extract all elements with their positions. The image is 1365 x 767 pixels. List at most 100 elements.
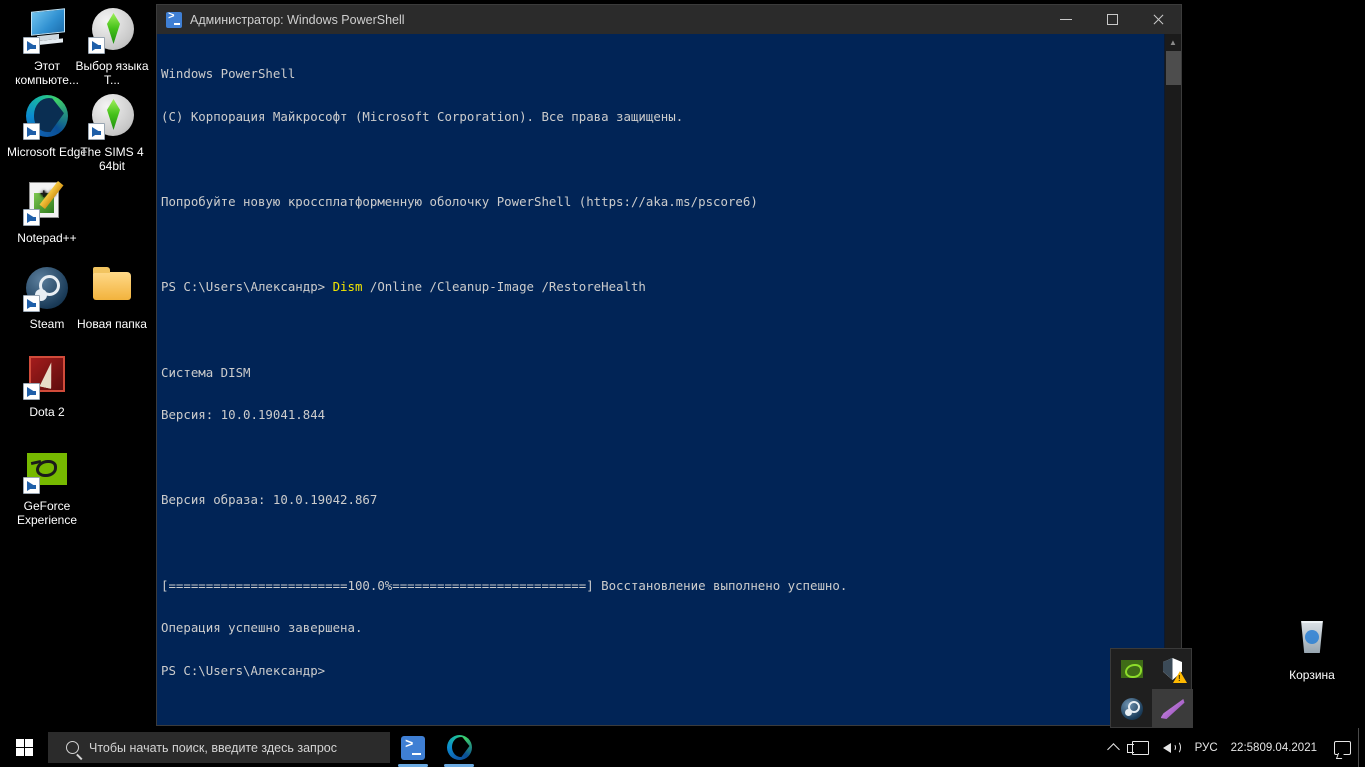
taskbar-edge[interactable] — [436, 728, 482, 767]
taskbar[interactable]: Чтобы начать поиск, введите здесь запрос — [0, 728, 1365, 767]
maximize-icon — [1106, 14, 1118, 25]
shortcut-arrow-icon — [23, 477, 40, 494]
folder-icon — [88, 264, 136, 312]
desktop-icon-label: Новая папка — [77, 317, 147, 331]
shortcut-arrow-icon — [23, 383, 40, 400]
console-line-blank — [161, 153, 1164, 167]
console-line-prompt: PS C:\Users\Александр> — [161, 662, 326, 678]
chevron-up-icon — [1106, 743, 1120, 756]
volume-button[interactable] — [1156, 728, 1188, 767]
powershell-icon — [166, 11, 182, 28]
console-line-blank — [161, 451, 1164, 465]
steam-icon — [23, 264, 71, 312]
desktop-icon-label: Dota 2 — [29, 405, 65, 419]
desktop-icon-label: Notepad++ — [17, 231, 77, 245]
shortcut-arrow-icon — [88, 37, 105, 54]
plumbob-icon — [88, 6, 136, 54]
console-line-blank — [161, 323, 1164, 337]
nvidia-icon — [23, 446, 71, 494]
nvidia-tray-icon[interactable] — [1111, 649, 1152, 689]
window-titlebar[interactable]: Администратор: Windows PowerShell — [157, 5, 1181, 34]
console-command-keyword: Dism — [332, 279, 363, 295]
feather-tray-icon[interactable] — [1152, 689, 1193, 729]
scrollbar-thumb[interactable] — [1166, 51, 1181, 85]
console-line-blank — [161, 238, 1164, 252]
show-desktop-button[interactable] — [1358, 728, 1365, 767]
console-line: Операция успешно завершена. — [161, 620, 363, 636]
console-output[interactable]: Windows PowerShell (C) Корпорация Майкро… — [157, 34, 1164, 725]
nvidia-icon — [1120, 660, 1143, 678]
steam-icon — [1120, 698, 1143, 720]
console-line: Windows PowerShell — [161, 66, 296, 82]
speech-bubble-icon — [1334, 740, 1351, 755]
desktop-icon-new-folder[interactable]: Новая папка — [68, 264, 156, 331]
desktop-icon-the-sims-4-64bit[interactable]: The SIMS 4 64bit — [68, 92, 156, 173]
speaker-icon — [1162, 740, 1181, 755]
minimize-icon — [1060, 19, 1072, 20]
start-button[interactable] — [0, 728, 48, 767]
desktop-icon-sims-language[interactable]: Выбор языка T... — [68, 6, 156, 87]
desktop[interactable]: Этот компьюте... Выбор языка T... Micros… — [0, 0, 1365, 767]
clock-time: 22:58 — [1230, 741, 1260, 754]
desktop-icon-label: GeForce Experience — [16, 499, 78, 527]
console-line: Попробуйте новую кроссплатформенную обол… — [161, 194, 758, 210]
minimize-button[interactable] — [1043, 5, 1089, 34]
system-tray[interactable]: РУС 22:58 09.04.2021 — [1102, 728, 1365, 767]
search-placeholder: Чтобы начать поиск, введите здесь запрос — [89, 740, 337, 755]
notepad-icon: ++ — [23, 178, 71, 226]
desktop-icon-label: Корзина — [1289, 668, 1335, 682]
shortcut-arrow-icon — [23, 209, 40, 226]
console-prompt: PS C:\Users\Александр> — [161, 279, 333, 295]
language-label: РУС — [1194, 741, 1218, 754]
console-scrollbar[interactable]: ▲ — [1164, 34, 1181, 725]
feather-icon — [1160, 699, 1185, 719]
taskbar-search-box[interactable]: Чтобы начать поиск, введите здесь запрос — [48, 732, 390, 763]
desktop-icon-notepad-plus-plus[interactable]: ++ Notepad++ — [3, 178, 91, 245]
window-title: Администратор: Windows PowerShell — [190, 12, 405, 27]
console-line: Версия: 10.0.19041.844 — [161, 407, 326, 423]
shortcut-arrow-icon — [88, 123, 105, 140]
console-line: (C) Корпорация Майкрософт (Microsoft Cor… — [161, 109, 684, 125]
shortcut-arrow-icon — [23, 37, 40, 54]
edge-icon — [23, 92, 71, 140]
console-line: Система DISM — [161, 364, 251, 380]
console-body[interactable]: Windows PowerShell (C) Корпорация Майкро… — [157, 34, 1181, 725]
dota-icon — [23, 352, 71, 400]
show-hidden-icons-button[interactable] — [1102, 728, 1125, 767]
windows-security-tray-icon[interactable] — [1152, 649, 1193, 689]
powershell-icon — [401, 735, 425, 760]
steam-tray-icon[interactable] — [1111, 689, 1152, 729]
desktop-icon-recycle-bin[interactable]: Корзина — [1268, 615, 1356, 682]
console-command-args: /Online /Cleanup-Image /RestoreHealth — [362, 279, 646, 295]
warning-badge-icon — [1173, 671, 1187, 683]
scroll-up-arrow-icon[interactable]: ▲ — [1165, 34, 1181, 51]
maximize-button[interactable] — [1089, 5, 1135, 34]
shortcut-arrow-icon — [23, 123, 40, 140]
network-status-button[interactable] — [1125, 728, 1156, 767]
desktop-icon-label: The SIMS 4 64bit — [80, 145, 144, 173]
plumbob-icon — [88, 92, 136, 140]
network-icon — [1126, 740, 1149, 755]
monitor-icon — [23, 6, 71, 54]
console-line: Версия образа: 10.0.19042.867 — [161, 492, 378, 508]
console-line-command: PS C:\Users\Александр> Dism /Online /Cle… — [161, 280, 1164, 294]
language-indicator[interactable]: РУС — [1188, 728, 1225, 767]
desktop-icon-dota-2[interactable]: Dota 2 — [3, 352, 91, 419]
recycle-bin-icon — [1288, 615, 1336, 663]
hidden-icons-flyout[interactable] — [1110, 648, 1193, 729]
edge-icon — [446, 735, 472, 760]
taskbar-powershell[interactable] — [390, 728, 436, 767]
search-icon — [66, 741, 79, 754]
desktop-icon-geforce-experience[interactable]: GeForce Experience — [3, 446, 91, 527]
powershell-window[interactable]: Администратор: Windows PowerShell Window… — [157, 5, 1181, 725]
clock-date: 09.04.2021 — [1259, 741, 1317, 754]
taskbar-clock[interactable]: 22:58 09.04.2021 — [1225, 728, 1327, 767]
windows-logo-icon — [15, 739, 33, 756]
close-button[interactable] — [1135, 5, 1181, 34]
action-center-button[interactable] — [1327, 728, 1358, 767]
shortcut-arrow-icon — [23, 295, 40, 312]
close-icon — [1152, 13, 1165, 26]
console-line-progress: [========================100.0%=========… — [161, 577, 848, 593]
desktop-icon-label: Выбор языка T... — [75, 59, 149, 87]
console-line-blank — [161, 536, 1164, 550]
